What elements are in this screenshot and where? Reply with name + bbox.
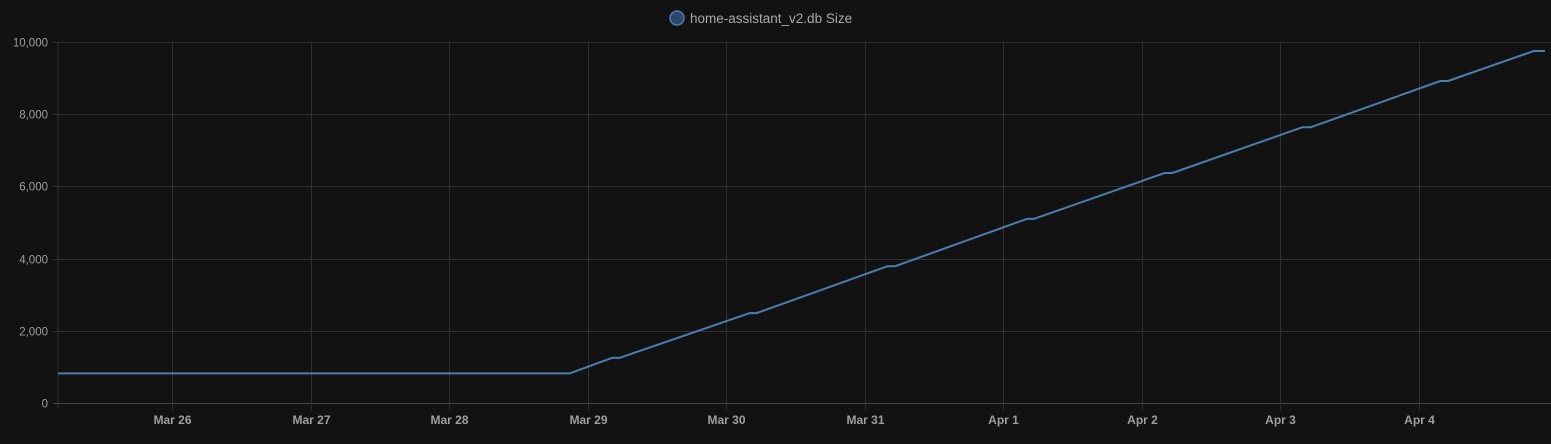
x-tick-label: Apr 1 (988, 413, 1019, 427)
y-tick-label: 2,000 (19, 327, 48, 339)
legend-label: home-assistant_v2.db Size (690, 11, 852, 26)
x-tick-label: Mar 31 (846, 413, 884, 427)
series-line-db-size[interactable] (58, 50, 1545, 375)
line-chart: home-assistant_v2.db Size 0 2,000 4,000 6,0… (13, 10, 1551, 427)
y-tick-label: 0 (42, 399, 48, 411)
x-tick-label: Apr 3 (1265, 413, 1296, 427)
legend-marker (669, 10, 685, 26)
y-tick-label: 4,000 (19, 255, 48, 267)
y-tick-label: 8,000 (19, 110, 48, 122)
x-tick-label: Mar 27 (292, 413, 330, 427)
x-tick-label: Mar 29 (569, 413, 607, 427)
x-tick-label: Apr 4 (1404, 413, 1435, 427)
y-tick-label: 10,000 (13, 38, 48, 50)
y-tick-label: 6,000 (19, 182, 48, 194)
x-tick-label: Mar 26 (153, 413, 191, 427)
x-tick-label: Mar 30 (707, 413, 745, 427)
x-tick-label: Apr 2 (1127, 413, 1158, 427)
x-tick-label: Mar 28 (430, 413, 468, 427)
legend[interactable]: home-assistant_v2.db Size (669, 10, 852, 26)
